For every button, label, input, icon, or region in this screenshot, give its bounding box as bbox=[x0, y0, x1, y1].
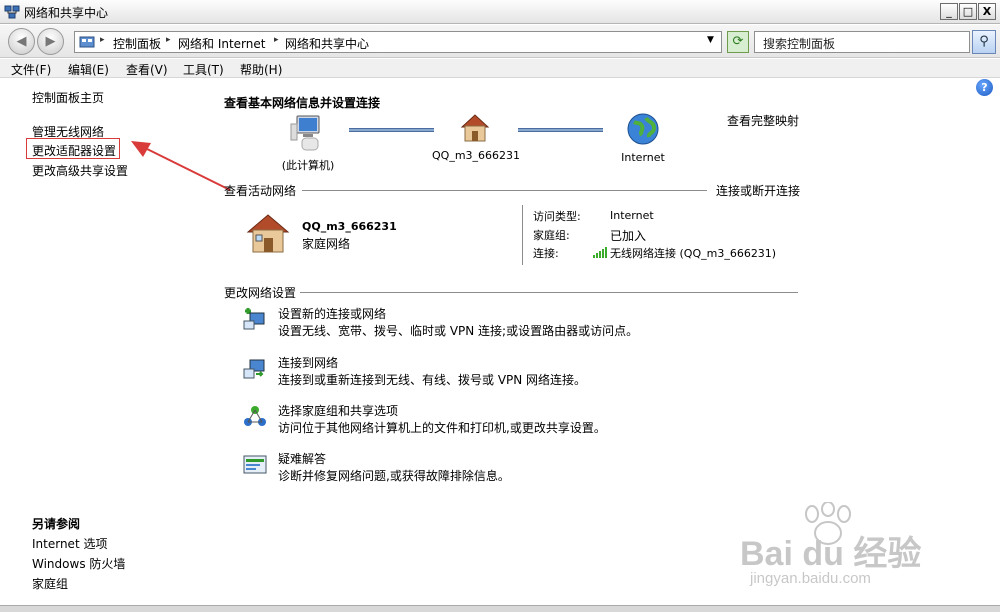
access-type-label: 访问类型: bbox=[533, 210, 581, 223]
network-center-icon bbox=[4, 5, 20, 19]
task-troubleshoot: 疑难解答 诊断并修复网络问题,或获得故障排除信息。 bbox=[242, 450, 742, 486]
active-networks-heading: 查看活动网络 bbox=[224, 184, 297, 198]
help-icon[interactable]: ? bbox=[976, 79, 993, 96]
menu-view[interactable]: 查看(V) bbox=[126, 61, 168, 78]
window-bottom-edge bbox=[0, 605, 1000, 612]
window-title: 网络和共享中心 bbox=[24, 6, 109, 20]
sidebar-item-home[interactable]: 控制面板主页 bbox=[32, 89, 104, 106]
search-button[interactable]: ⚲ bbox=[972, 30, 996, 54]
task-desc: 连接到或重新连接到无线、有线、拨号或 VPN 网络连接。 bbox=[278, 373, 587, 387]
map-label-internet: Internet bbox=[621, 151, 665, 164]
back-arrow-icon: ◀ bbox=[16, 34, 27, 49]
breadcrumb-network-center[interactable]: 网络和共享中心 bbox=[285, 35, 369, 52]
crumb-separator-icon[interactable]: ▸ bbox=[274, 35, 279, 45]
chevron-down-icon[interactable]: ▼ bbox=[707, 35, 714, 45]
maximize-button[interactable]: □ bbox=[959, 3, 977, 20]
task-link-new-connection[interactable]: 设置新的连接或网络 bbox=[278, 305, 386, 322]
task-homegroup: 选择家庭组和共享选项 访问位于其他网络计算机上的文件和打印机,或更改共享设置。 bbox=[242, 402, 742, 438]
menu-edit[interactable]: 编辑(E) bbox=[68, 61, 109, 78]
minimize-button[interactable]: _ bbox=[940, 3, 958, 20]
wifi-signal-icon bbox=[593, 247, 607, 258]
section-divider bbox=[302, 190, 707, 191]
task-link-troubleshoot[interactable]: 疑难解答 bbox=[278, 450, 326, 467]
settings-heading: 更改网络设置 bbox=[224, 286, 297, 300]
forward-arrow-icon: ▶ bbox=[45, 34, 56, 49]
connection-line bbox=[349, 128, 434, 132]
globe-icon bbox=[627, 113, 659, 145]
homegroup-value-link[interactable]: 已加入 bbox=[610, 227, 646, 244]
breadcrumb-network-internet[interactable]: 网络和 Internet bbox=[178, 35, 265, 52]
annotation-arrow-icon bbox=[131, 141, 231, 191]
full-map-link[interactable]: 查看完整映射 bbox=[727, 112, 799, 129]
connection-label: 连接: bbox=[533, 247, 559, 260]
menu-help[interactable]: 帮助(H) bbox=[240, 61, 282, 78]
map-node-network[interactable]: QQ_m3_666231 bbox=[432, 112, 521, 162]
map-node-internet[interactable]: Internet bbox=[608, 112, 678, 164]
search-input[interactable]: 搜索控制面板 bbox=[754, 31, 970, 53]
crumb-separator-icon[interactable]: ▸ bbox=[166, 35, 171, 45]
refresh-icon: ⟳ bbox=[732, 34, 744, 49]
see-also-homegroup[interactable]: 家庭组 bbox=[32, 575, 68, 592]
network-type-link[interactable]: 家庭网络 bbox=[302, 235, 350, 252]
computer-icon bbox=[290, 115, 320, 151]
page-title: 查看基本网络信息并设置连接 bbox=[224, 96, 381, 110]
see-also-internet-options[interactable]: Internet 选项 bbox=[32, 535, 107, 552]
breadcrumb-control-panel[interactable]: 控制面板 bbox=[113, 35, 161, 52]
close-button[interactable]: X bbox=[978, 3, 996, 20]
wireless-connection-link[interactable]: 无线网络连接 (QQ_m3_666231) bbox=[610, 245, 776, 261]
address-field[interactable]: ▸ 控制面板 ▸ 网络和 Internet ▸ 网络和共享中心 ▼ bbox=[74, 31, 722, 53]
see-also-heading: 另请参阅 bbox=[32, 517, 81, 531]
crumb-separator-icon[interactable]: ▸ bbox=[100, 35, 105, 45]
menu-tools[interactable]: 工具(T) bbox=[183, 61, 224, 78]
forward-button[interactable]: ▶ bbox=[37, 28, 64, 55]
watermark-logo-text: Bai du 经验 bbox=[740, 535, 922, 573]
task-desc: 访问位于其他网络计算机上的文件和打印机,或更改共享设置。 bbox=[278, 421, 606, 435]
network-name: QQ_m3_666231 bbox=[302, 220, 397, 233]
section-divider bbox=[522, 205, 523, 265]
task-desc: 诊断并修复网络问题,或获得故障排除信息。 bbox=[278, 469, 510, 483]
baidu-watermark: Bai du 经验 jingyan.baidu.com bbox=[740, 500, 980, 600]
map-node-computer[interactable]: (此计算机) bbox=[270, 112, 346, 173]
sidebar-item-advanced-sharing[interactable]: 更改高级共享设置 bbox=[32, 162, 128, 179]
task-new-connection: 设置新的连接或网络 设置无线、宽带、拨号、临时或 VPN 连接;或设置路由器或访… bbox=[242, 305, 742, 341]
watermark-url: jingyan.baidu.com bbox=[750, 570, 871, 587]
connect-network-icon bbox=[243, 359, 265, 379]
map-label-computer: (此计算机) bbox=[281, 159, 335, 172]
homegroup-icon bbox=[244, 406, 266, 426]
title-bar: 网络和共享中心 _ □ X bbox=[0, 0, 1000, 24]
task-link-homegroup[interactable]: 选择家庭组和共享选项 bbox=[278, 402, 398, 419]
home-icon bbox=[460, 114, 490, 142]
homegroup-label: 家庭组: bbox=[533, 229, 570, 242]
task-connect-network: 连接到网络 连接到或重新连接到无线、有线、拨号或 VPN 网络连接。 bbox=[242, 354, 742, 390]
back-button[interactable]: ◀ bbox=[8, 28, 35, 55]
address-toolbar: ◀ ▶ ▸ 控制面板 ▸ 网络和 Internet ▸ 网络和共享中心 ▼ ⟳ … bbox=[0, 25, 1000, 58]
map-label-network: QQ_m3_666231 bbox=[432, 149, 521, 162]
highlight-box bbox=[26, 138, 120, 159]
troubleshoot-icon bbox=[243, 455, 267, 474]
task-desc: 设置无线、宽带、拨号、临时或 VPN 连接;或设置路由器或访问点。 bbox=[278, 324, 639, 338]
connect-disconnect-link[interactable]: 连接或断开连接 bbox=[716, 182, 800, 199]
see-also-firewall[interactable]: Windows 防火墙 bbox=[32, 555, 125, 572]
access-type-value: Internet bbox=[610, 209, 654, 222]
menu-file[interactable]: 文件(F) bbox=[11, 61, 51, 78]
menu-bar: 文件(F) 编辑(E) 查看(V) 工具(T) 帮助(H) bbox=[0, 59, 1000, 78]
task-link-connect-network[interactable]: 连接到网络 bbox=[278, 354, 338, 371]
refresh-button[interactable]: ⟳ bbox=[727, 31, 749, 53]
control-panel-icon bbox=[79, 36, 95, 48]
new-connection-icon bbox=[243, 308, 265, 330]
connection-line bbox=[518, 128, 603, 132]
search-icon: ⚲ bbox=[979, 34, 989, 49]
home-network-icon bbox=[246, 214, 290, 253]
section-divider bbox=[300, 292, 798, 293]
